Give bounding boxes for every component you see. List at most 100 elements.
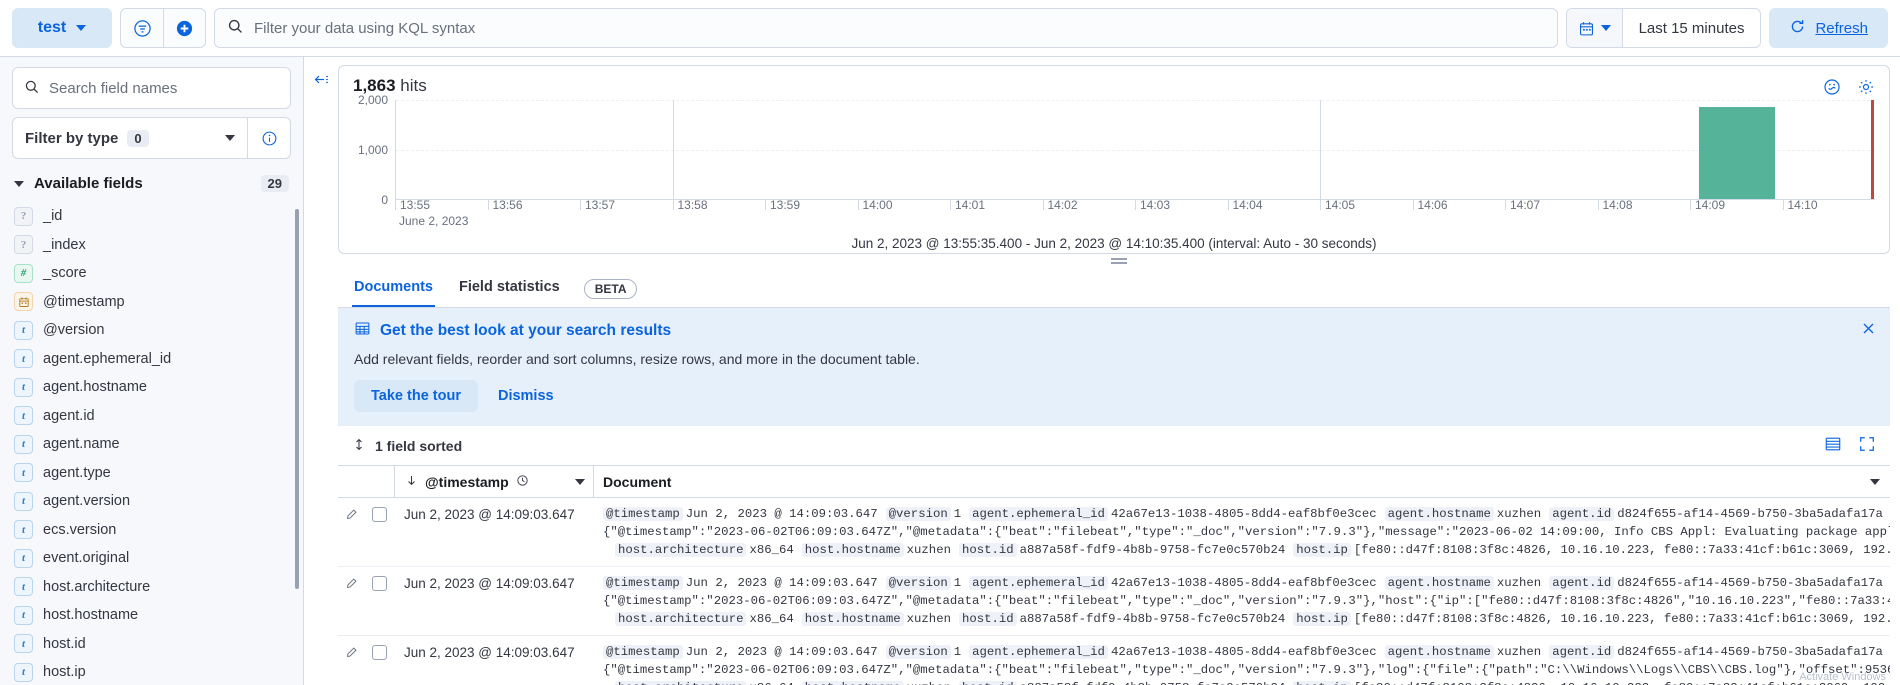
string-type-icon: t <box>14 320 33 340</box>
expand-row-icon[interactable] <box>338 498 364 566</box>
row-checkbox[interactable] <box>364 567 394 635</box>
row-checkbox[interactable] <box>364 636 394 685</box>
field-name: host.id <box>43 635 86 652</box>
field-item[interactable]: t event.original <box>12 544 291 573</box>
panel-resize-handle[interactable] <box>338 254 1900 270</box>
document-column-header[interactable]: Document <box>594 466 1890 497</box>
field-item[interactable]: t host.id <box>12 630 291 659</box>
time-range-label[interactable]: Last 15 minutes <box>1623 20 1761 37</box>
field-item[interactable]: t @version <box>12 316 291 345</box>
document-field-value: d824f655-af14-4569-b750-3ba5adafa17a <box>1617 507 1883 521</box>
available-fields-header[interactable]: Available fields 29 <box>12 171 291 202</box>
field-item[interactable]: ? _id <box>12 202 291 231</box>
field-item[interactable]: t host.ip <box>12 658 291 685</box>
clock-icon <box>516 474 529 490</box>
table-row[interactable]: Jun 2, 2023 @ 14:09:03.647 @timestamp Jun … <box>338 567 1890 636</box>
gear-icon[interactable] <box>1857 78 1875 99</box>
add-filter-icon[interactable] <box>163 9 205 47</box>
field-name: host.ip <box>43 664 86 681</box>
filter-by-type-button[interactable]: Filter by type 0 <box>12 117 247 159</box>
field-item[interactable]: t agent.id <box>12 402 291 431</box>
search-icon <box>227 18 244 38</box>
document-field-value: 42a67e13-1038-4805-8dd4-eaf8bf0e3cec <box>1110 507 1377 521</box>
fullscreen-icon[interactable] <box>1858 435 1876 456</box>
close-icon[interactable] <box>1861 321 1876 339</box>
field-item[interactable]: t host.architecture <box>12 573 291 602</box>
field-sidebar: Filter by type 0 Available fields 29 ?_ <box>0 57 304 685</box>
field-item[interactable]: # _score <box>12 259 291 288</box>
x-tick-label: 14:10 <box>1782 199 1818 211</box>
field-name: agent.hostname <box>43 379 147 396</box>
data-view-selector[interactable]: test <box>12 8 112 48</box>
chevron-down-icon[interactable] <box>575 478 585 485</box>
calendar-icon[interactable] <box>1566 9 1623 47</box>
expand-row-icon[interactable] <box>338 636 364 685</box>
tab-field-statistics[interactable]: Field statistics <box>457 270 562 307</box>
filter-by-type-row: Filter by type 0 <box>12 117 291 159</box>
field-search-input[interactable] <box>49 79 279 97</box>
x-axis: 13:55 13:56 13:57 13:58 13:59 14:00 14:01 14:02… <box>353 199 1875 230</box>
timestamp-column-header[interactable]: @timestamp <box>394 466 594 497</box>
string-type-icon: t <box>14 491 33 511</box>
field-item[interactable]: t ecs.version <box>12 516 291 545</box>
field-item[interactable]: t agent.version <box>12 487 291 516</box>
take-the-tour-button[interactable]: Take the tour <box>354 380 478 412</box>
filter-icon[interactable] <box>121 9 163 47</box>
document-field-key: host.ip <box>1293 543 1351 557</box>
y-tick-label: 1,000 <box>357 143 388 157</box>
date-type-icon <box>14 292 33 312</box>
plot-area[interactable] <box>395 100 1875 200</box>
sidebar-scrollbar[interactable] <box>295 209 299 589</box>
field-name: _id <box>43 208 63 225</box>
field-item[interactable]: @timestamp <box>12 288 291 317</box>
density-icon[interactable] <box>1824 435 1842 456</box>
field-name: agent.name <box>43 436 120 453</box>
x-tick-label: 14:02 <box>1042 199 1078 211</box>
x-tick-label: 13:56 <box>487 199 523 211</box>
document-field-key: agent.ephemeral_id <box>969 507 1108 521</box>
field-item[interactable]: ? _index <box>12 231 291 260</box>
x-tick-label: 14:09 <box>1690 199 1725 211</box>
x-axis-ticks: 13:55 13:56 13:57 13:58 13:59 14:00 14:01 14:02… <box>395 199 1875 230</box>
document-field-key: host.hostname <box>801 681 904 685</box>
available-fields-label: Available fields <box>34 175 143 192</box>
field-search-box[interactable] <box>12 67 291 109</box>
document-field-key: host.id <box>958 681 1017 685</box>
info-icon[interactable] <box>247 117 291 159</box>
hits-label: hits <box>400 76 427 95</box>
document-field-key: agent.id <box>1549 645 1615 659</box>
x-tick-label: 13:59 <box>765 199 800 211</box>
chevron-down-icon[interactable] <box>1870 478 1880 485</box>
field-item[interactable]: t agent.type <box>12 459 291 488</box>
collapse-sidebar-button[interactable] <box>304 57 338 685</box>
chart-options-icon[interactable] <box>1823 78 1841 99</box>
row-checkbox[interactable] <box>364 498 394 566</box>
string-type-icon: t <box>14 577 33 597</box>
histogram-chart: 0 1,000 2,000 <box>353 93 1875 207</box>
y-axis: 0 1,000 2,000 <box>353 93 395 207</box>
expand-row-icon[interactable] <box>338 567 364 635</box>
document-field-value: 42a67e13-1038-4805-8dd4-eaf8bf0e3cec <box>1110 645 1377 659</box>
field-item[interactable]: t agent.ephemeral_id <box>12 345 291 374</box>
search-input[interactable] <box>254 19 1545 37</box>
tab-documents[interactable]: Documents <box>352 270 435 307</box>
document-field-key: agent.ephemeral_id <box>969 576 1108 590</box>
sorted-label[interactable]: 1 field sorted <box>375 438 462 454</box>
field-item[interactable]: t agent.hostname <box>12 373 291 402</box>
table-row[interactable]: Jun 2, 2023 @ 14:09:03.647 @timestamp Jun … <box>338 636 1890 685</box>
string-type-icon: t <box>14 634 33 654</box>
table-row[interactable]: Jun 2, 2023 @ 14:09:03.647 @timestamp Jun … <box>338 498 1890 567</box>
dismiss-button[interactable]: Dismiss <box>488 380 564 412</box>
field-item[interactable]: t agent.name <box>12 430 291 459</box>
number-type-icon: # <box>14 263 33 283</box>
document-line: {"@timestamp":"2023-06-02T06:09:03.647Z"… <box>603 663 1890 677</box>
sort-icon[interactable] <box>352 437 366 455</box>
document-field-value: [fe80::d47f:8108:3f8c:4826, 10.16.10.223… <box>1353 612 1890 626</box>
query-bar[interactable] <box>214 8 1558 48</box>
refresh-button[interactable]: Refresh <box>1769 8 1888 48</box>
document-line: host.architecturex86_64 host.hostnamexuzh… <box>603 541 1890 559</box>
document-field-value: xuzhen <box>1496 645 1542 659</box>
document-field-value: x86_64 <box>749 612 794 626</box>
field-item[interactable]: t host.hostname <box>12 601 291 630</box>
histogram-bar[interactable] <box>1699 106 1776 199</box>
